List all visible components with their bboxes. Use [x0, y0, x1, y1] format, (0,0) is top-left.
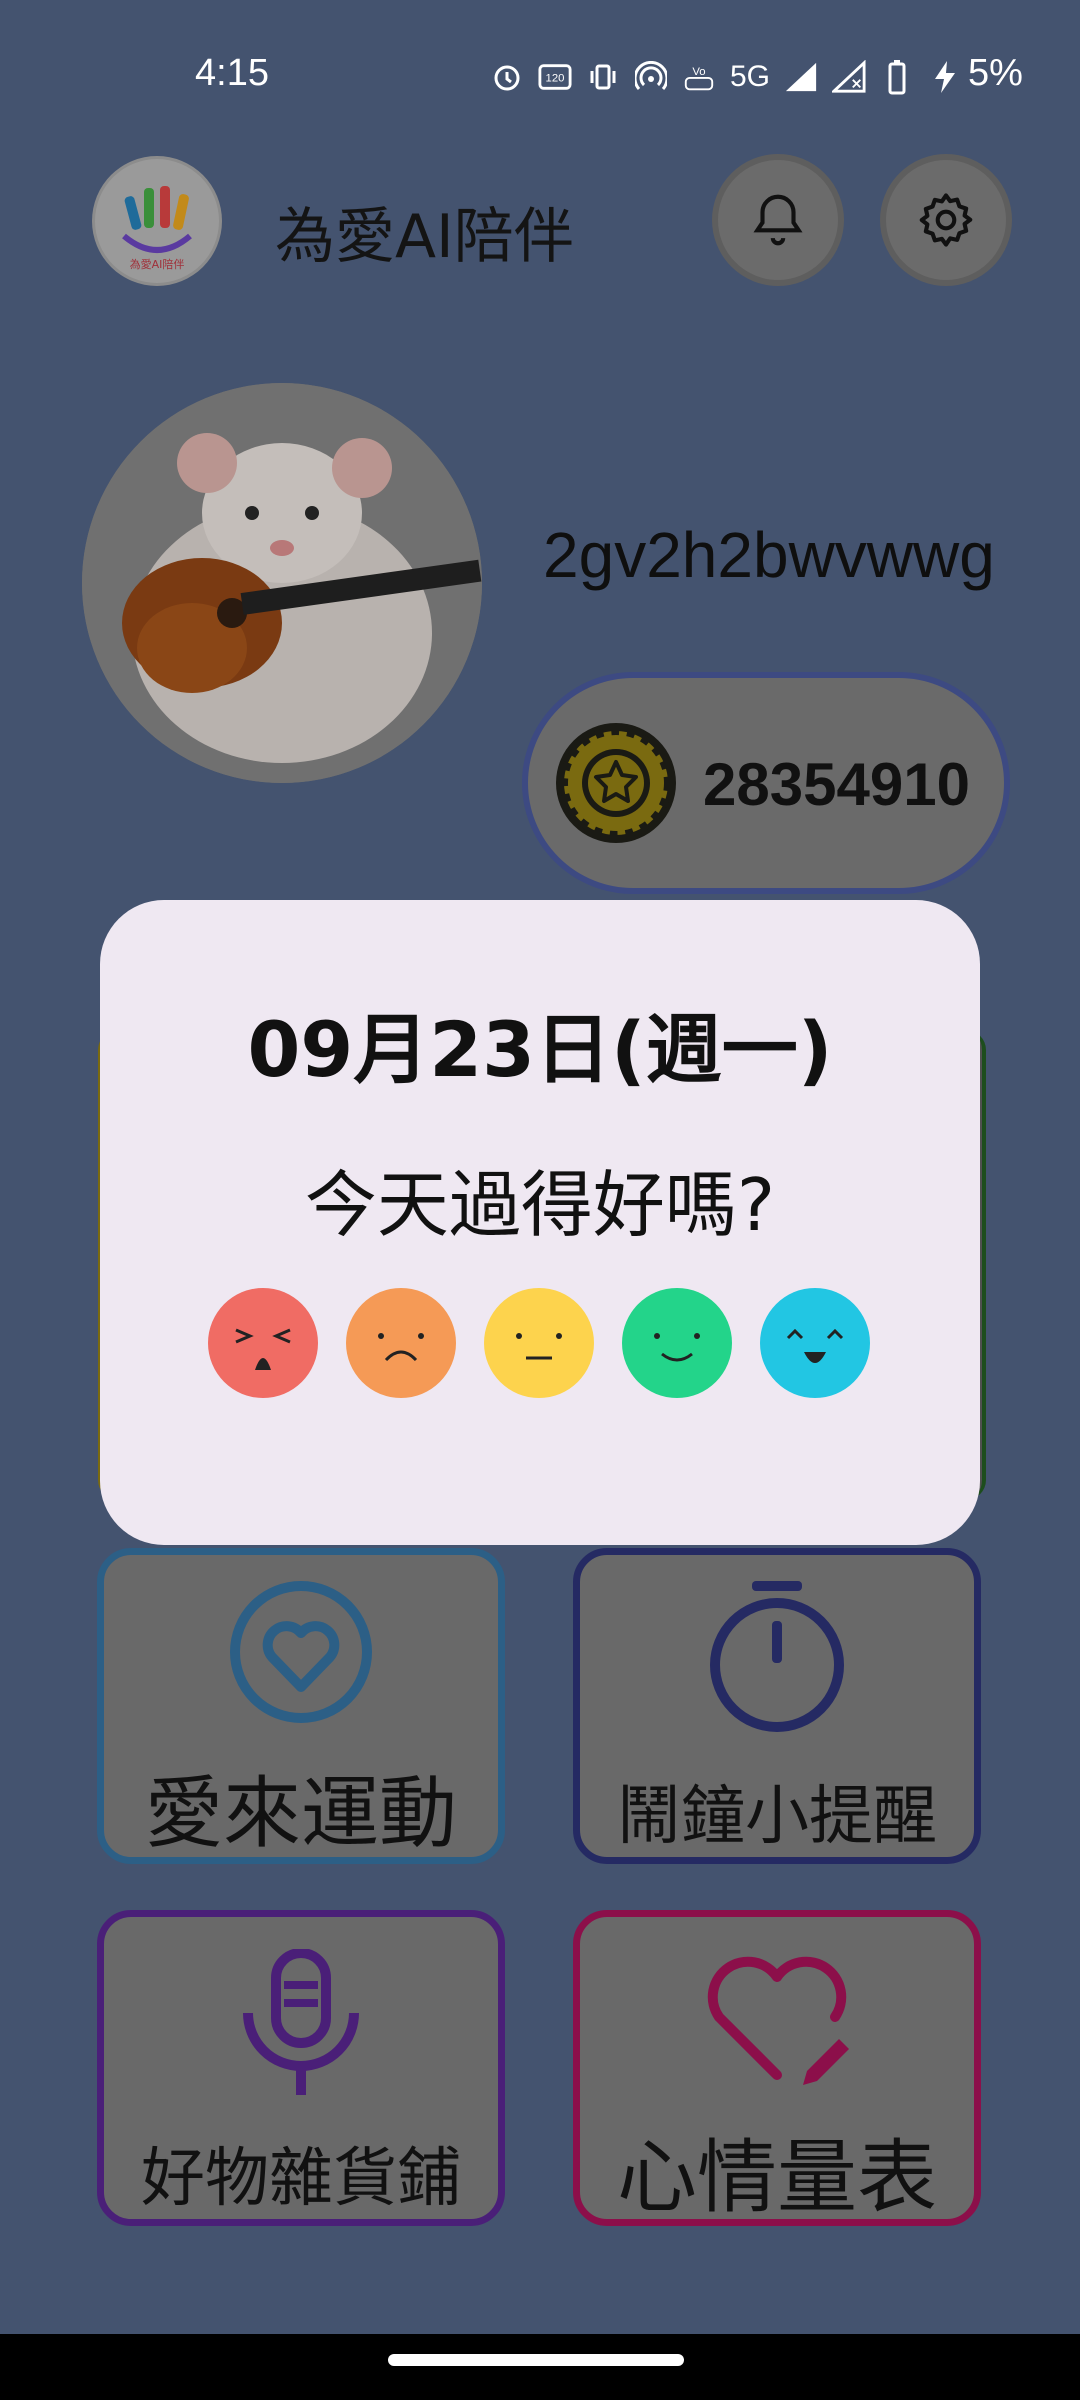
app-header: 為愛AI陪伴 為愛AI陪伴	[0, 150, 1080, 290]
tile-mood-scale[interactable]: 心情量表	[573, 1910, 981, 2226]
hotspot-icon	[634, 60, 668, 94]
tile-shop[interactable]: 好物雜貨鋪	[97, 1910, 505, 2226]
coin-balance[interactable]: 28354910	[522, 672, 1010, 894]
sad-face-icon	[378, 1333, 424, 1362]
mood-angry-button[interactable]	[208, 1288, 318, 1398]
tile-alarm[interactable]: 鬧鐘小提醒	[573, 1548, 981, 1864]
very-happy-face-icon	[786, 1328, 844, 1363]
charging-icon	[928, 60, 962, 94]
tile-exercise[interactable]: 愛來運動	[97, 1548, 505, 1864]
rat-with-guitar-photo	[82, 383, 482, 783]
dialog-date: 09月23日(週一)	[247, 1005, 833, 1094]
bell-icon	[753, 194, 803, 246]
settings-button[interactable]	[880, 154, 1012, 286]
stopwatch-icon	[710, 1581, 844, 1732]
dialog-question: 今天過得好嗎?	[304, 1163, 776, 1247]
heart-circle-icon	[230, 1581, 372, 1723]
hand-logo-icon: 為愛AI陪伴	[92, 156, 222, 286]
tile-label: 好物雜貨鋪	[141, 2142, 461, 2216]
svg-text:為愛AI陪伴: 為愛AI陪伴	[130, 257, 185, 271]
mood-happy-button[interactable]	[622, 1288, 732, 1398]
username: 2gv2h2bwvwwg	[543, 519, 995, 591]
microphone-icon	[243, 1949, 359, 2095]
mood-very-happy-button[interactable]	[760, 1288, 870, 1398]
svg-text:Vo: Vo	[692, 66, 705, 78]
vibrate-icon	[586, 60, 620, 94]
coin-count: 28354910	[703, 751, 970, 818]
svg-text:120: 120	[546, 73, 565, 85]
app-title: 為愛AI陪伴	[275, 202, 574, 272]
angry-face-icon	[235, 1328, 291, 1370]
signal-icon	[832, 60, 866, 94]
network-type: 5G	[730, 60, 771, 93]
avatar[interactable]	[82, 383, 482, 783]
mood-neutral-button[interactable]	[484, 1288, 594, 1398]
tile-label: 愛來運動	[144, 1769, 457, 1859]
heart-edit-icon	[707, 1956, 849, 2085]
happy-face-icon	[654, 1333, 700, 1362]
notification-button[interactable]	[712, 154, 844, 286]
signal-icon	[784, 60, 818, 94]
home-gesture-handle[interactable]	[388, 2354, 684, 2366]
status-time: 4:15	[195, 52, 269, 94]
status-icons: 120 Vo 5G	[490, 52, 962, 102]
coin-star-icon	[556, 723, 676, 843]
gear-icon	[919, 193, 973, 247]
status-bar: 4:15 120 Vo 5G 5%	[0, 0, 1080, 150]
mood-options	[208, 1288, 870, 1398]
tile-label: 鬧鐘小提醒	[617, 1780, 937, 1854]
tile-label: 心情量表	[617, 2131, 937, 2224]
neutral-face-icon	[516, 1333, 562, 1360]
battery-percentage: 5%	[968, 52, 1023, 94]
volte-icon: Vo	[682, 60, 716, 94]
alarm-icon	[490, 60, 524, 94]
mood-dialog: 09月23日(週一) 今天過得好嗎?	[100, 900, 980, 1545]
battery-icon	[880, 60, 914, 95]
mood-sad-button[interactable]	[346, 1288, 456, 1398]
system-nav-bar	[0, 2334, 1080, 2400]
refresh-rate-icon: 120	[538, 60, 572, 94]
